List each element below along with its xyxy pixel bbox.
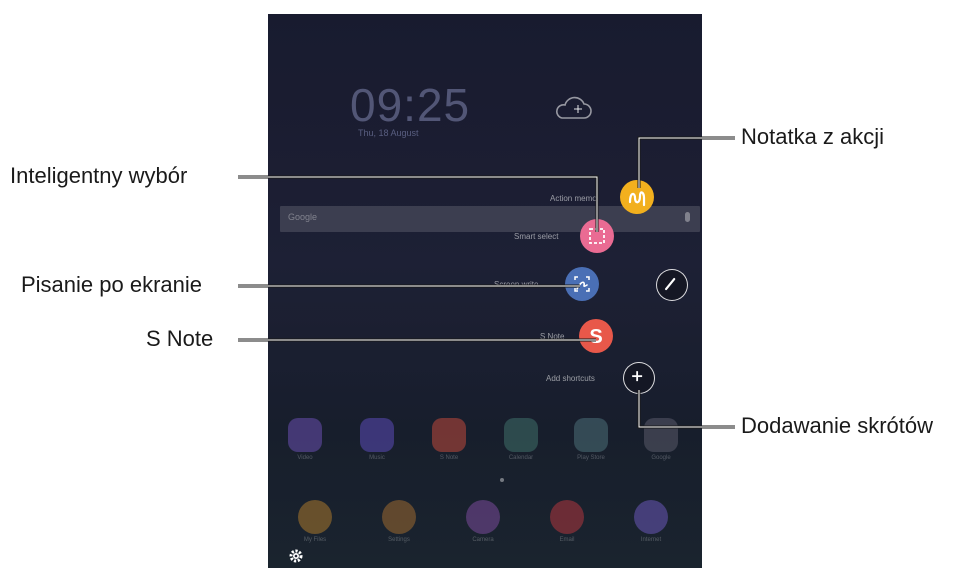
callout-leaders-highlight: [238, 137, 735, 428]
leader-inteligentny: [238, 175, 599, 232]
leader-notatka: [637, 136, 735, 188]
callout-leaders: [238, 136, 735, 429]
callout-lines: [238, 136, 735, 429]
leader-dodawanie: [637, 390, 735, 429]
